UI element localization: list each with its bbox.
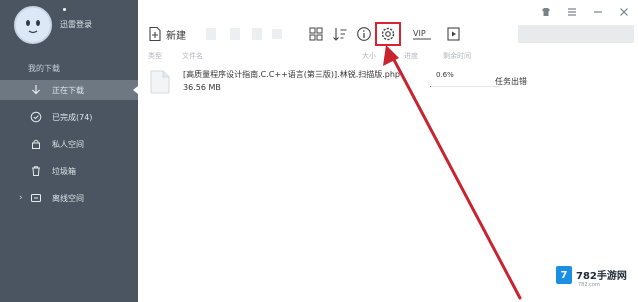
lock-icon: [30, 138, 42, 150]
delete-button[interactable]: [250, 24, 264, 44]
folder-icon: [272, 29, 282, 39]
progress-bar: [430, 86, 500, 87]
grid-view-icon: [309, 27, 323, 41]
toolbar: 新建 VIP: [138, 22, 638, 46]
sidebar-item-private-space[interactable]: 私人空间: [0, 134, 138, 154]
user-name-label[interactable]: 迅雷登录: [60, 19, 92, 30]
table-row[interactable]: [高质量程序设计指南.C.C++语言(第三版)].林锐.扫描版.php 36.5…: [145, 66, 635, 98]
watermark-logo: 7 782手游网 782.com: [556, 262, 634, 298]
play-icon: [206, 28, 216, 40]
sidebar-item-label: 私人空间: [52, 139, 84, 149]
skin-icon[interactable]: [540, 6, 552, 18]
column-header-remaining[interactable]: 剩余时间: [443, 51, 471, 61]
svg-text:VIP: VIP: [413, 29, 426, 38]
watermark-badge: 7: [556, 266, 572, 284]
pause-icon: [230, 28, 240, 40]
window-controls: [540, 6, 630, 18]
new-task-label: 新建: [166, 30, 186, 42]
sidebar-item-trash[interactable]: 垃圾箱: [0, 161, 138, 181]
file-size: 36.56 MB: [183, 83, 221, 92]
sidebar-item-completed[interactable]: 已完成(74): [0, 107, 138, 127]
check-circle-icon: [30, 111, 42, 123]
grid-view-button[interactable]: [308, 24, 324, 44]
vip-icon: VIP: [413, 29, 431, 40]
section-title: 我的下载: [28, 64, 60, 73]
progress-text: 0.6%: [436, 71, 454, 79]
sort-icon: [333, 28, 347, 41]
media-button[interactable]: [446, 24, 462, 44]
file-icon: [150, 70, 170, 94]
column-header-progress[interactable]: 进度: [404, 51, 418, 61]
sidebar-item-label: 垃圾箱: [52, 166, 76, 176]
download-arrow-icon: [30, 84, 42, 96]
search-input[interactable]: [518, 25, 634, 43]
sidebar-item-offline-space[interactable]: 离线空间: [0, 188, 138, 208]
info-button[interactable]: [356, 24, 372, 44]
active-pointer: [133, 86, 138, 94]
user-status-dot: [63, 8, 66, 11]
column-header-name[interactable]: 文件名: [182, 51, 203, 61]
sidebar-item-label: 已完成(74): [52, 112, 93, 122]
trash-icon: [30, 165, 42, 177]
info-icon: [357, 27, 371, 41]
minimize-icon[interactable]: [592, 6, 604, 18]
sidebar-item-downloading[interactable]: 正在下载: [0, 80, 138, 100]
vip-button[interactable]: VIP: [412, 24, 432, 44]
new-file-icon: [149, 26, 161, 42]
sidebar-item-label: 离线空间: [52, 193, 84, 203]
progress-fill: [430, 86, 431, 87]
column-header-size[interactable]: 大小: [362, 51, 376, 61]
start-button[interactable]: [204, 24, 218, 44]
sidebar-item-label: 正在下载: [52, 85, 84, 95]
media-play-icon: [447, 27, 460, 41]
watermark-url: 782.com: [578, 282, 600, 288]
cloud-icon: [30, 192, 42, 204]
task-status: 任务出错: [495, 77, 527, 86]
pause-button[interactable]: [228, 24, 242, 44]
new-task-button[interactable]: 新建: [148, 24, 186, 44]
menu-icon[interactable]: [566, 6, 578, 18]
open-folder-button[interactable]: [270, 24, 284, 44]
sidebar: 迅雷登录 我的下载 正在下载 已完成(74) 私人空间 垃圾箱 › 离线空间: [0, 0, 138, 302]
file-name: [高质量程序设计指南.C.C++语言(第三版)].林锐.扫描版.php: [183, 70, 401, 79]
close-icon[interactable]: [618, 6, 630, 18]
delete-icon: [252, 28, 262, 40]
watermark-text: 782手游网: [576, 271, 627, 282]
highlight-box: [375, 22, 401, 46]
sort-button[interactable]: [332, 24, 348, 44]
avatar[interactable]: [14, 6, 52, 44]
column-header-type[interactable]: 类型: [148, 51, 162, 61]
